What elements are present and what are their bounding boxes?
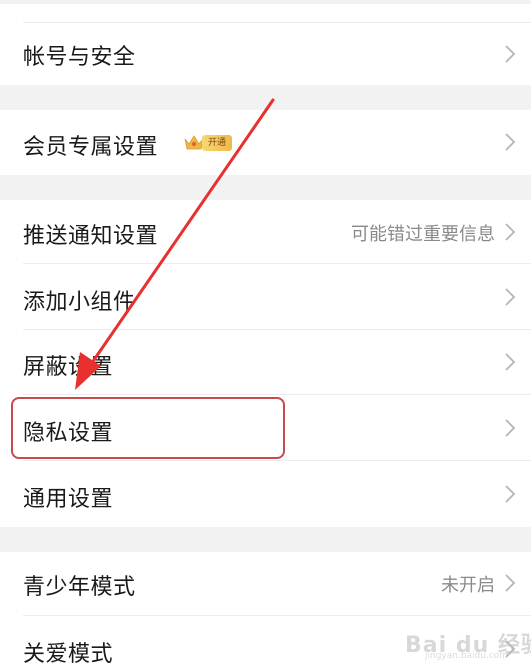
section-gap (0, 175, 531, 200)
settings-item-label: 通用设置 (23, 487, 114, 512)
chevron-right-icon (505, 223, 516, 241)
settings-item-status: 未开启 (441, 575, 495, 596)
chevron-right-icon (505, 353, 516, 371)
settings-item-label: 关爱模式 (23, 642, 114, 667)
settings-item-teen-mode[interactable]: 青少年模式 未开启 (0, 552, 531, 615)
chevron-right-icon (505, 574, 516, 592)
settings-item-label: 会员专属设置 (23, 135, 159, 160)
chevron-right-icon (505, 133, 516, 151)
settings-item-push-notifications[interactable]: 推送通知设置 可能错过重要信息 (0, 200, 531, 263)
settings-item-hint: 可能错过重要信息 (351, 224, 495, 245)
chevron-right-icon (505, 288, 516, 306)
chevron-right-icon (505, 485, 516, 503)
settings-item-care-mode[interactable]: 关爱模式 (0, 616, 531, 671)
settings-item-label: 添加小组件 (23, 290, 136, 315)
settings-item-label: 屏蔽设置 (23, 355, 114, 380)
settings-item-general[interactable]: 通用设置 (0, 461, 531, 527)
settings-item-label: 帐号与安全 (23, 45, 136, 70)
settings-screen: 帐号与安全 会员专属设置 开通 推送通知设置 可能错过重要信息 添加小组件 屏蔽… (0, 0, 531, 671)
settings-item-block[interactable]: 屏蔽设置 (0, 330, 531, 394)
settings-item-label: 推送通知设置 (23, 224, 159, 249)
settings-item-add-widget[interactable]: 添加小组件 (0, 264, 531, 329)
settings-item-account-security[interactable]: 帐号与安全 (0, 23, 531, 85)
chevron-right-icon (505, 640, 516, 658)
vip-badge-label: 开通 (202, 135, 233, 151)
settings-item-vip[interactable]: 会员专属设置 (0, 110, 531, 175)
settings-item-privacy[interactable]: 隐私设置 (0, 395, 531, 460)
section-gap (0, 527, 531, 552)
settings-item-label: 隐私设置 (23, 421, 114, 446)
settings-item-label: 青少年模式 (23, 575, 136, 600)
vip-open-badge[interactable]: 开通 (183, 133, 233, 153)
chevron-right-icon (505, 45, 516, 63)
section-gap (0, 0, 531, 4)
chevron-right-icon (505, 419, 516, 437)
section-gap (0, 85, 531, 110)
